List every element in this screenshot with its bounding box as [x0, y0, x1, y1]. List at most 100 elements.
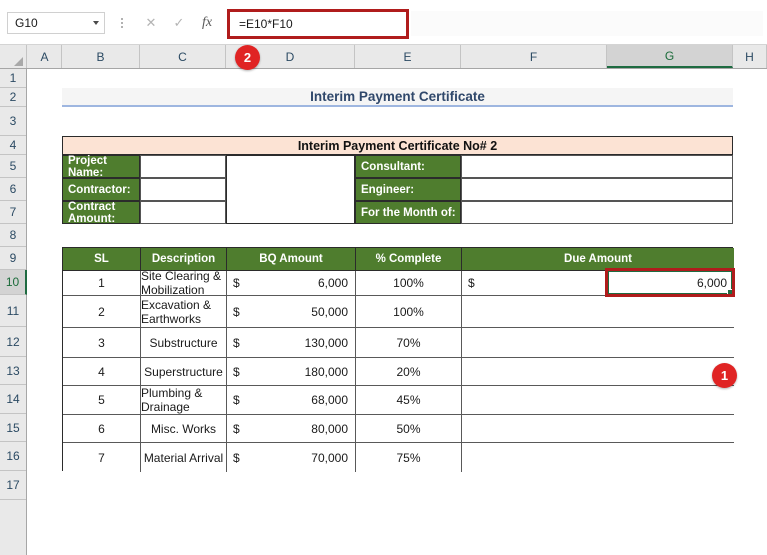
cell-bq-amount-value: 6,000 — [317, 276, 348, 290]
column-header-a[interactable]: A — [28, 45, 62, 68]
cell-bq-amount-value: 70,000 — [311, 450, 348, 465]
insert-function-icon[interactable]: fx — [194, 13, 220, 33]
cell-sl[interactable]: 6 — [63, 415, 141, 443]
sheet-canvas[interactable]: Interim Payment Certificate Interim Paym… — [28, 69, 767, 555]
cell-description[interactable]: Material Arrival — [141, 443, 227, 472]
row-header-11[interactable]: 11 — [0, 295, 26, 327]
certificate-number-band: Interim Payment Certificate No# 2 — [62, 136, 733, 155]
cell-bq-amount-value: 80,000 — [311, 421, 348, 436]
cell-sl[interactable]: 3 — [63, 328, 141, 358]
info-value-left-2[interactable] — [140, 178, 226, 201]
cell-description[interactable]: Site Clearing & Mobilization — [141, 269, 227, 297]
column-header-row: ABCDEFGH — [0, 45, 767, 69]
cell-percent-complete[interactable]: 100% — [356, 271, 462, 296]
info-value-right-2[interactable] — [461, 178, 733, 201]
cell-percent-complete[interactable]: 100% — [356, 296, 462, 328]
column-header-e[interactable]: E — [355, 45, 461, 68]
cell-bq-amount-value: 50,000 — [311, 304, 348, 319]
cell-bq-amount-currency: $ — [233, 450, 240, 465]
formula-bar-remainder[interactable] — [411, 11, 763, 36]
row-header-7[interactable]: 7 — [0, 201, 26, 224]
cancel-icon[interactable]: ✕ — [138, 13, 164, 33]
cell-bq-amount-currency: $ — [233, 304, 240, 319]
row-header-3[interactable]: 3 — [0, 107, 26, 136]
formula-bar: G10 ✕ ✓ fx =E10*F10 — [0, 0, 767, 45]
row-header-6[interactable]: 6 — [0, 178, 26, 201]
cell-sl[interactable]: 5 — [63, 386, 141, 415]
column-header-f[interactable]: F — [461, 45, 607, 68]
row-header-13[interactable]: 13 — [0, 357, 26, 385]
cell-due-amount[interactable] — [462, 386, 734, 415]
cell-due-amount[interactable]: $6,000 — [462, 271, 734, 296]
row-header-column: 1 2 3 4 5 6 7 8 9 10 11 12 13 14 15 16 17 — [0, 69, 27, 555]
column-header-g[interactable]: G — [607, 45, 733, 68]
row-header-15[interactable]: 15 — [0, 414, 26, 442]
cell-bq-amount-currency: $ — [233, 276, 240, 290]
cell-bq-amount[interactable]: $68,000 — [227, 386, 356, 415]
cell-due-amount[interactable] — [462, 328, 734, 358]
cell-bq-amount[interactable]: $70,000 — [227, 443, 356, 472]
cell-sl[interactable]: 2 — [63, 296, 141, 328]
chevron-down-icon[interactable] — [88, 21, 104, 25]
column-header-b[interactable]: B — [62, 45, 140, 68]
row-header-14[interactable]: 14 — [0, 385, 26, 414]
cell-bq-amount-value: 130,000 — [304, 335, 348, 350]
info-label-left-2: Contractor: — [62, 178, 140, 201]
info-value-right-3[interactable] — [461, 201, 733, 224]
row-header-1[interactable]: 1 — [0, 69, 26, 88]
info-value-left-3[interactable] — [140, 201, 226, 224]
cell-description[interactable]: Substructure — [141, 328, 227, 358]
row-header-4[interactable]: 4 — [0, 136, 26, 155]
cell-percent-complete[interactable]: 20% — [356, 358, 462, 386]
cell-bq-amount-currency: $ — [233, 335, 240, 350]
row-header-5[interactable]: 5 — [0, 155, 26, 178]
name-box[interactable]: G10 — [7, 12, 105, 34]
cell-due-amount[interactable] — [462, 415, 734, 443]
info-value-right-1[interactable] — [461, 155, 733, 178]
cell-bq-amount-value: 180,000 — [304, 364, 348, 379]
cell-percent-complete[interactable]: 45% — [356, 386, 462, 415]
cell-bq-amount[interactable]: $80,000 — [227, 415, 356, 443]
column-header-h[interactable]: H — [733, 45, 767, 68]
table-header-description: Description — [141, 248, 227, 271]
confirm-check-icon[interactable]: ✓ — [166, 13, 192, 33]
cell-bq-amount-currency: $ — [233, 421, 240, 436]
cell-due-amount[interactable] — [462, 443, 734, 472]
cell-description[interactable]: Superstructure — [141, 358, 227, 386]
cell-bq-amount[interactable]: $180,000 — [227, 358, 356, 386]
cell-due-amount[interactable] — [462, 296, 734, 328]
cell-due-amount-value: 6,000 — [696, 276, 727, 290]
column-header-c[interactable]: C — [140, 45, 226, 68]
cell-bq-amount-currency: $ — [233, 393, 240, 407]
formula-input-value: =E10*F10 — [239, 17, 293, 31]
info-value-left-1[interactable] — [140, 155, 226, 178]
cell-sl[interactable]: 4 — [63, 358, 141, 386]
cell-bq-amount[interactable]: $130,000 — [227, 328, 356, 358]
row-header-2[interactable]: 2 — [0, 88, 26, 107]
row-header-8[interactable]: 8 — [0, 224, 26, 247]
formula-input[interactable]: =E10*F10 — [227, 9, 409, 39]
cell-percent-complete[interactable]: 50% — [356, 415, 462, 443]
row-header-17[interactable]: 17 — [0, 471, 26, 500]
row-header-12[interactable]: 12 — [0, 327, 26, 357]
cell-bq-amount[interactable]: $6,000 — [227, 271, 356, 296]
cell-bq-amount-value: 68,000 — [311, 393, 348, 407]
cell-percent-complete[interactable]: 75% — [356, 443, 462, 472]
select-all-corner[interactable] — [0, 45, 27, 68]
cell-description[interactable]: Excavation & Earthworks — [141, 296, 227, 328]
cell-due-amount[interactable] — [462, 358, 734, 386]
info-label-right-3: For the Month of: — [355, 201, 461, 224]
info-merged-blank-cell[interactable] — [226, 155, 355, 224]
cell-percent-complete[interactable]: 70% — [356, 328, 462, 358]
info-label-left-3: Contract Amount: — [62, 201, 140, 225]
info-label-left-1: Project Name: — [62, 155, 140, 179]
row-header-9[interactable]: 9 — [0, 247, 26, 270]
formula-bar-grip[interactable] — [118, 15, 126, 31]
row-header-10[interactable]: 10 — [0, 270, 27, 295]
cell-description[interactable]: Misc. Works — [141, 415, 227, 443]
cell-bq-amount[interactable]: $50,000 — [227, 296, 356, 328]
cell-sl[interactable]: 1 — [63, 271, 141, 296]
cell-sl[interactable]: 7 — [63, 443, 141, 472]
row-header-16[interactable]: 16 — [0, 442, 26, 471]
cell-description[interactable]: Plumbing & Drainage — [141, 386, 227, 415]
